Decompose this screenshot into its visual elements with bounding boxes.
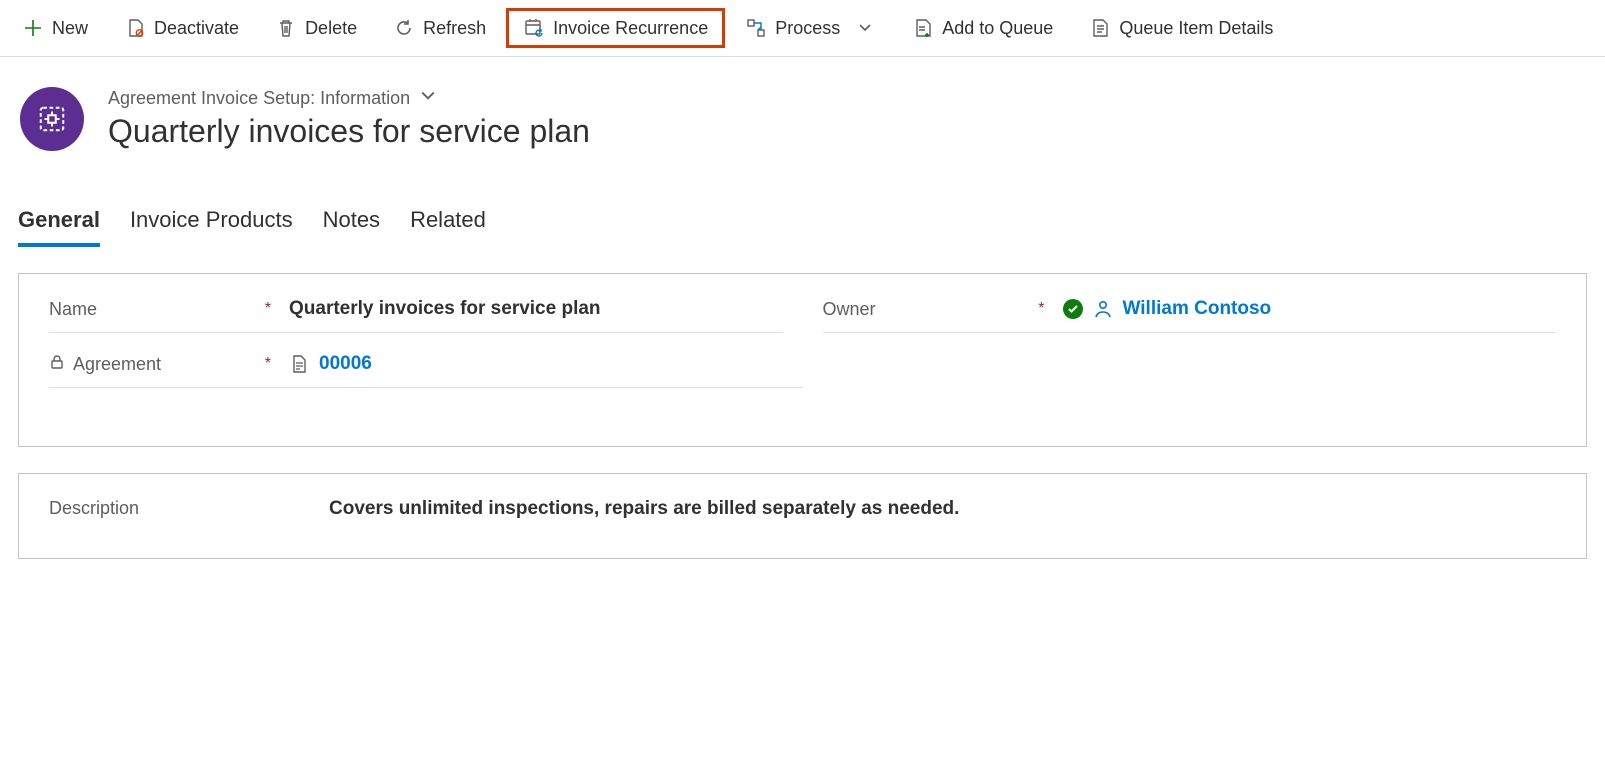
add-to-queue-icon <box>912 17 934 39</box>
process-button[interactable]: Process <box>729 9 892 47</box>
plus-icon <box>22 17 44 39</box>
record-title: Quarterly invoices for service plan <box>108 113 590 150</box>
new-button[interactable]: New <box>6 9 104 47</box>
tab-related[interactable]: Related <box>410 201 486 247</box>
name-value: Quarterly invoices for service plan <box>289 298 783 320</box>
refresh-icon <box>393 17 415 39</box>
chevron-down-icon <box>420 88 436 109</box>
refresh-label: Refresh <box>423 18 486 39</box>
person-icon <box>1093 299 1113 319</box>
required-indicator: * <box>265 355 271 373</box>
section-description: Description Covers unlimited inspections… <box>18 473 1587 559</box>
tab-bar: General Invoice Products Notes Related <box>0 161 1605 247</box>
description-value: Covers unlimited inspections, repairs ar… <box>329 498 1556 520</box>
field-description[interactable]: Description Covers unlimited inspections… <box>49 498 1556 520</box>
process-label: Process <box>775 18 840 39</box>
agreement-value[interactable]: 00006 <box>319 353 372 375</box>
form-selector[interactable]: Agreement Invoice Setup: Information <box>108 88 590 109</box>
queue-item-details-button[interactable]: Queue Item Details <box>1073 9 1289 47</box>
command-bar: New Deactivate Delete Refresh Invoice Re… <box>0 0 1605 57</box>
chevron-down-icon <box>854 17 876 39</box>
name-label: Name <box>49 299 97 320</box>
deactivate-icon <box>124 17 146 39</box>
owner-label: Owner <box>823 299 876 320</box>
form-header: Agreement Invoice Setup: Information Qua… <box>0 57 1605 161</box>
add-to-queue-button[interactable]: Add to Queue <box>896 9 1069 47</box>
deactivate-button[interactable]: Deactivate <box>108 9 255 47</box>
calendar-recurrence-icon <box>523 17 545 39</box>
description-label: Description <box>49 498 139 519</box>
entity-icon <box>20 87 84 151</box>
add-to-queue-label: Add to Queue <box>942 18 1053 39</box>
form-selector-label: Agreement Invoice Setup: Information <box>108 88 410 109</box>
check-icon <box>1063 299 1083 319</box>
new-label: New <box>52 18 88 39</box>
invoice-recurrence-label: Invoice Recurrence <box>553 18 708 39</box>
process-icon <box>745 17 767 39</box>
agreement-label: Agreement <box>73 354 161 375</box>
queue-item-details-label: Queue Item Details <box>1119 18 1273 39</box>
invoice-recurrence-button[interactable]: Invoice Recurrence <box>506 8 725 48</box>
refresh-button[interactable]: Refresh <box>377 9 502 47</box>
queue-item-details-icon <box>1089 17 1111 39</box>
trash-icon <box>275 17 297 39</box>
owner-value[interactable]: William Contoso <box>1123 298 1272 320</box>
tab-invoice-products[interactable]: Invoice Products <box>130 201 293 247</box>
section-general: Name * Quarterly invoices for service pl… <box>18 273 1587 447</box>
required-indicator: * <box>265 300 271 318</box>
field-agreement[interactable]: Agreement * 00006 <box>49 353 803 388</box>
field-owner[interactable]: Owner * William Contoso <box>823 298 1557 333</box>
delete-button[interactable]: Delete <box>259 9 373 47</box>
lock-icon <box>49 354 65 375</box>
delete-label: Delete <box>305 18 357 39</box>
tab-notes[interactable]: Notes <box>323 201 380 247</box>
deactivate-label: Deactivate <box>154 18 239 39</box>
required-indicator: * <box>1038 300 1044 318</box>
document-icon <box>289 354 309 374</box>
field-name[interactable]: Name * Quarterly invoices for service pl… <box>49 298 783 333</box>
tab-general[interactable]: General <box>18 201 100 247</box>
